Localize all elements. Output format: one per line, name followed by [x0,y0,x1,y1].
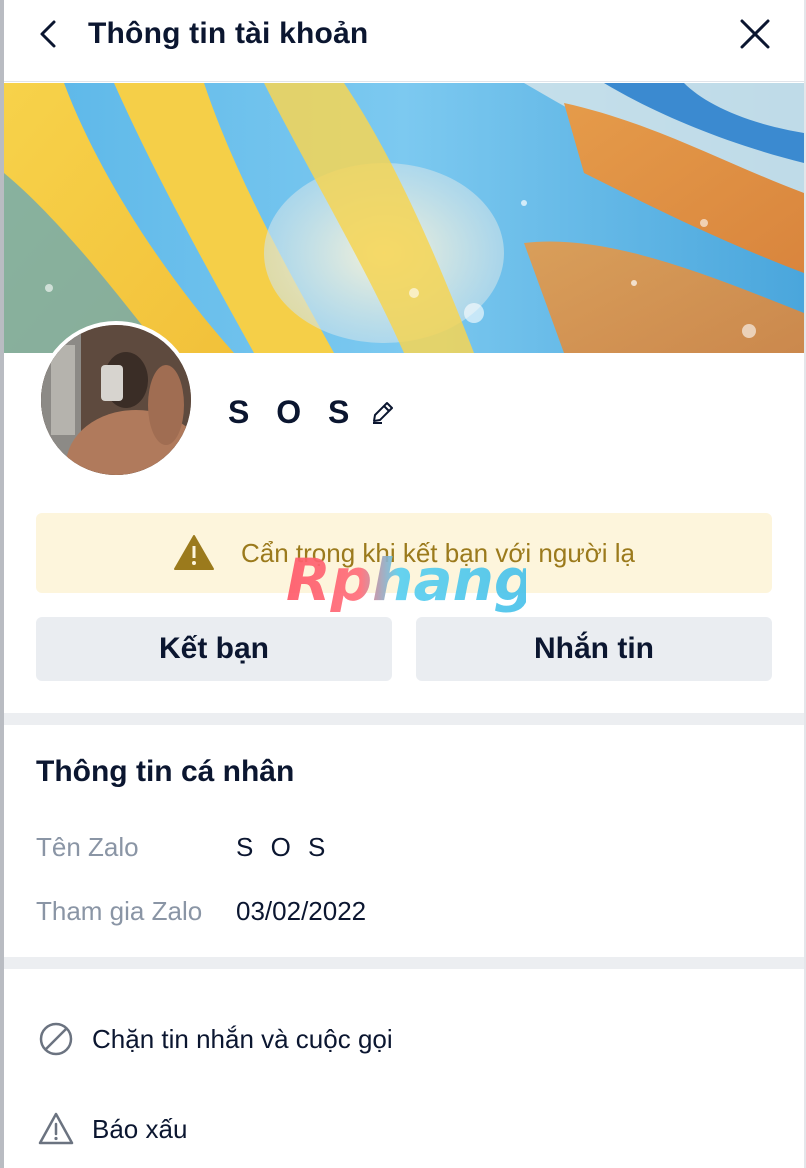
add-friend-button[interactable]: Kết bạn [36,617,392,681]
watermark-logo: Rphang [286,548,526,614]
chevron-left-icon [40,20,56,48]
section-divider [4,957,804,969]
block-icon [39,1022,73,1056]
personal-info-title: Thông tin cá nhân [36,755,295,788]
join-date-value: 03/02/2022 [236,896,367,926]
join-date-label: Tham gia Zalo [36,896,203,926]
profile-name: S O S [228,393,359,430]
close-button[interactable] [734,13,776,55]
back-button[interactable] [30,14,70,54]
block-messages-action[interactable]: Chặn tin nhắn và cuộc gọi [36,1014,393,1064]
header: Thông tin tài khoản [4,0,804,82]
report-action[interactable]: Báo xấu [36,1104,187,1154]
message-button[interactable]: Nhắn tin [416,617,772,681]
zalo-name-value: S O S [236,832,331,862]
close-icon [740,19,770,49]
svg-text:Rphang: Rphang [286,548,526,614]
pencil-icon[interactable] [368,397,398,427]
avatar[interactable] [37,321,195,479]
block-messages-label: Chặn tin nhắn và cuộc gọi [92,1023,393,1054]
page-title: Thông tin tài khoản [88,17,369,50]
warning-triangle-icon [173,535,214,570]
cover-photo [4,83,804,353]
zalo-name-label: Tên Zalo [36,832,139,862]
warning-icon [38,1112,74,1145]
profile-name-row: S O S [228,390,398,434]
section-divider [4,713,804,725]
report-label: Báo xấu [92,1113,188,1144]
